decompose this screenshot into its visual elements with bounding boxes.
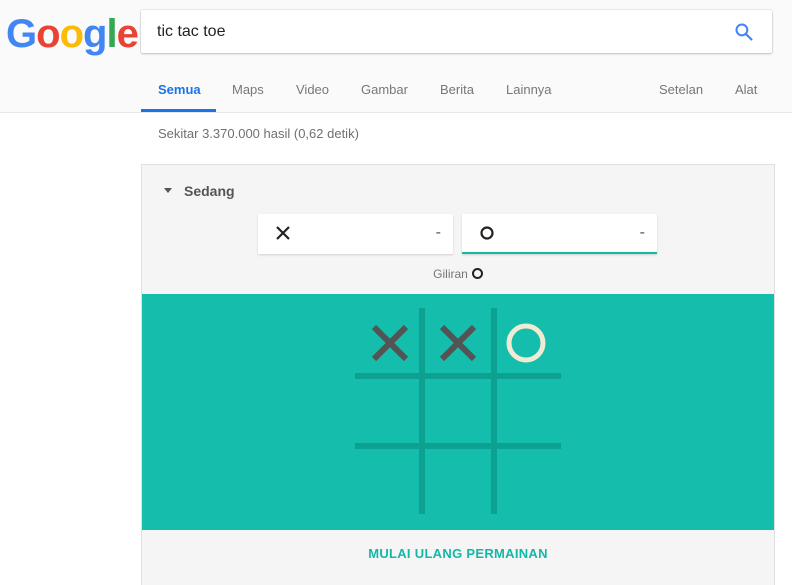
google-logo[interactable]: Google (6, 10, 139, 58)
search-tabs: Semua Maps Video Gambar Berita Lainnya S… (0, 72, 792, 112)
tools-link[interactable]: Alat (735, 82, 757, 97)
board-cell[interactable] (426, 447, 490, 511)
search-input[interactable] (157, 10, 717, 53)
o-mark[interactable] (494, 311, 558, 375)
logo-letter: o (59, 12, 84, 56)
tab-maps[interactable]: Maps (232, 82, 264, 97)
logo-letter: g (83, 12, 107, 56)
tic-tac-toe-card: Sedang - - Giliran MULAI ULANG PERMAINAN (141, 164, 775, 585)
tab-more[interactable]: Lainnya (506, 82, 552, 97)
tab-images[interactable]: Gambar (361, 82, 408, 97)
tab-video[interactable]: Video (296, 82, 329, 97)
player-o-score: - (639, 224, 645, 241)
turn-label: Giliran (433, 267, 468, 281)
o-turn-icon (471, 268, 483, 280)
x-mark[interactable] (358, 311, 422, 375)
search-icon[interactable] (734, 22, 754, 42)
tab-news[interactable]: Berita (440, 82, 474, 97)
tab-all[interactable]: Semua (158, 82, 201, 97)
logo-letter: o (36, 12, 60, 56)
logo-letter: l (106, 12, 117, 56)
result-stats: Sekitar 3.370.000 hasil (0,62 detik) (158, 126, 359, 141)
difficulty-dropdown[interactable]: Sedang (164, 183, 235, 199)
difficulty-label: Sedang (184, 183, 235, 199)
o-mark-icon (480, 226, 494, 240)
game-board-area (142, 294, 774, 530)
player-x-score-card[interactable]: - (258, 214, 453, 254)
x-mark[interactable] (426, 311, 490, 375)
logo-letter: e (116, 12, 139, 56)
board-cell[interactable] (426, 379, 490, 443)
board-cell[interactable] (494, 447, 558, 511)
x-mark-icon (276, 226, 290, 240)
settings-link[interactable]: Setelan (659, 82, 703, 97)
logo-letter: G (6, 12, 37, 56)
game-board[interactable] (355, 308, 561, 514)
search-box (141, 10, 772, 53)
restart-game-button[interactable]: MULAI ULANG PERMAINAN (142, 530, 774, 580)
player-x-score: - (435, 224, 441, 241)
board-cell[interactable] (358, 379, 422, 443)
player-o-score-card[interactable]: - (462, 214, 657, 254)
turn-indicator: Giliran (142, 267, 774, 281)
board-cell[interactable] (494, 379, 558, 443)
board-cell[interactable] (358, 447, 422, 511)
header: Google Semua Maps Video Gambar Berita La… (0, 0, 792, 113)
caret-down-icon (164, 187, 172, 193)
active-tab-indicator (141, 109, 216, 112)
